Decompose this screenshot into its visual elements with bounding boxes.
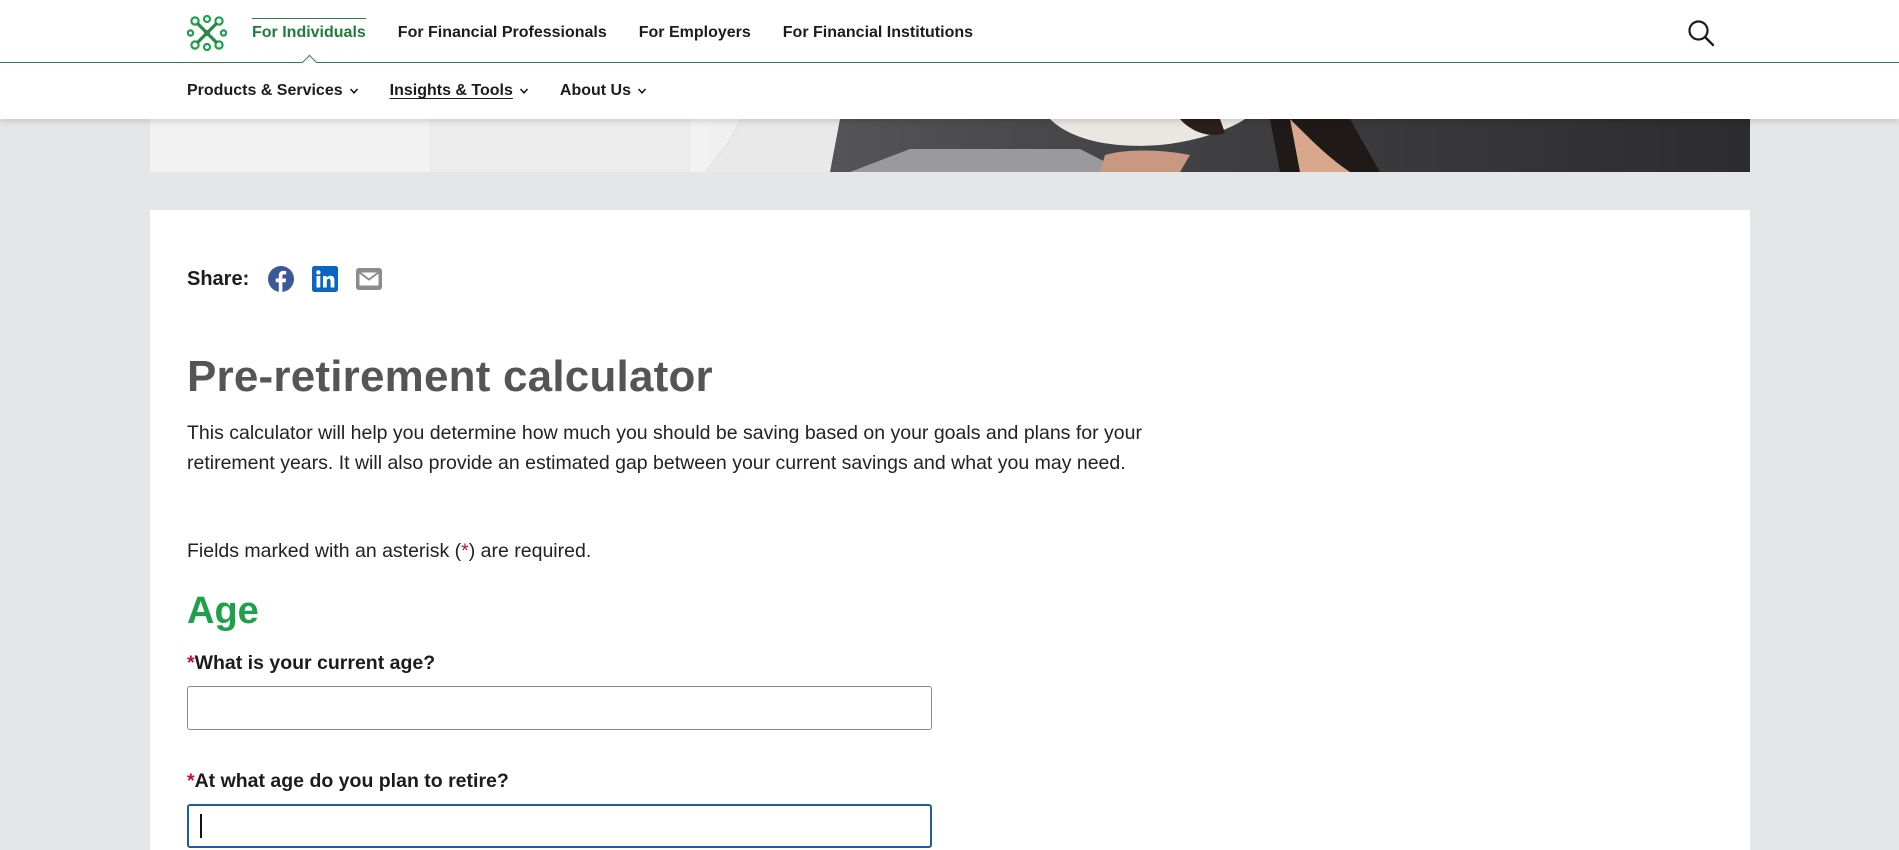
audience-tabs: For Individuals For Financial Profession… — [252, 0, 1005, 64]
required-asterisk: * — [187, 652, 195, 674]
field-label-text: What is your current age? — [194, 652, 436, 674]
tab-label: For Employers — [638, 24, 751, 41]
hero-photo-illustration — [150, 119, 1750, 172]
required-fields-note: Fields marked with an asterisk (*) are r… — [187, 536, 591, 566]
tab-label: For Financial Professionals — [397, 24, 607, 41]
required-asterisk: * — [461, 540, 469, 562]
chevron-down-icon — [637, 88, 647, 94]
retirement-age-label: *At what age do you plan to retire? — [187, 770, 509, 793]
required-note-text: ) are required. — [468, 540, 592, 562]
hero-image — [150, 119, 1750, 172]
tab-label: For Financial Institutions — [782, 24, 974, 41]
menu-label: Products & Services — [187, 82, 343, 99]
retirement-age-input[interactable] — [187, 804, 932, 848]
secondary-navigation-bar: Products & Services Insights & Tools Abo… — [0, 63, 1899, 119]
field-label-text: At what age do you plan to retire? — [194, 770, 509, 792]
menu-about-us[interactable]: About Us — [560, 82, 647, 100]
search-icon[interactable] — [1686, 18, 1716, 48]
tab-label: For Individuals — [252, 24, 366, 41]
tab-for-financial-institutions[interactable]: For Financial Institutions — [783, 0, 973, 63]
calculator-card: Share: Pre-retirement calculator This ca… — [150, 210, 1750, 850]
tab-for-individuals[interactable]: For Individuals — [252, 0, 366, 64]
share-bar: Share: — [187, 265, 399, 293]
tab-for-financial-professionals[interactable]: For Financial Professionals — [398, 0, 607, 63]
facebook-icon[interactable] — [267, 265, 295, 293]
menu-label: Insights & Tools — [389, 82, 513, 99]
section-title-age: Age — [187, 590, 259, 632]
required-asterisk: * — [187, 770, 195, 792]
current-age-input[interactable] — [187, 686, 932, 730]
intro-paragraph: This calculator will help you determine … — [187, 422, 1142, 474]
top-navigation-bar: For Individuals For Financial Profession… — [0, 0, 1899, 64]
secondary-menu: Products & Services Insights & Tools Abo… — [187, 63, 678, 119]
menu-products-services[interactable]: Products & Services — [187, 82, 359, 100]
required-note-text: Fields marked with an asterisk ( — [187, 540, 462, 562]
page-title: Pre-retirement calculator — [187, 352, 713, 401]
tab-for-employers[interactable]: For Employers — [639, 0, 751, 63]
active-tab-indicator — [302, 56, 315, 64]
chevron-down-icon — [519, 88, 528, 94]
menu-insights-tools[interactable]: Insights & Tools — [390, 82, 529, 100]
text-cursor — [200, 814, 202, 838]
linkedin-icon[interactable] — [311, 265, 339, 293]
menu-label: About Us — [559, 82, 631, 99]
email-icon[interactable] — [355, 265, 383, 293]
current-age-label: *What is your current age? — [187, 652, 435, 675]
chevron-down-icon — [349, 88, 358, 94]
brand-logo-icon[interactable] — [187, 15, 227, 51]
share-label: Share: — [187, 267, 250, 290]
